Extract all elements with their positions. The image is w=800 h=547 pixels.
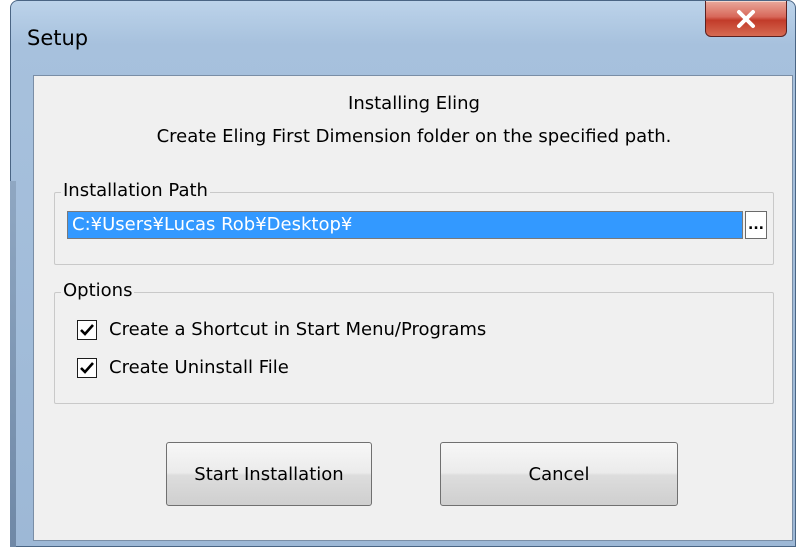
header-title: Installing Eling: [348, 93, 480, 114]
cancel-button[interactable]: Cancel: [440, 442, 678, 506]
installation-path-label: Installation Path: [61, 180, 210, 202]
window-title: Setup: [27, 26, 89, 50]
uninstall-file-label: Create Uninstall File: [109, 357, 289, 378]
header-description: Create Eling First Dimension folder on t…: [156, 126, 672, 147]
options-label: Options: [61, 280, 135, 302]
checkmark-icon: [80, 361, 94, 374]
close-button[interactable]: [705, 1, 787, 37]
options-group: Options Create a Shortcut in Start Menu/…: [54, 280, 774, 404]
installation-path-input[interactable]: C:¥Users¥Lucas Rob¥Desktop¥: [67, 211, 743, 239]
close-icon: [737, 9, 755, 28]
start-menu-shortcut-checkbox[interactable]: [77, 319, 97, 340]
uninstall-file-checkbox[interactable]: [77, 357, 97, 378]
start-menu-shortcut-label: Create a Shortcut in Start Menu/Programs: [109, 319, 487, 340]
option-start-menu-shortcut[interactable]: Create a Shortcut in Start Menu/Programs: [77, 319, 486, 340]
checkmark-icon: [80, 323, 94, 336]
installation-path-group: Installation Path C:¥Users¥Lucas Rob¥Des…: [54, 180, 774, 265]
start-installation-button[interactable]: Start Installation: [166, 442, 372, 506]
setup-window: Setup Installing Eling Create Eling Firs…: [10, 0, 796, 547]
option-uninstall-file[interactable]: Create Uninstall File: [77, 357, 289, 378]
browse-button[interactable]: ...: [745, 211, 767, 239]
dialog-content: Installing Eling Create Eling First Dime…: [33, 75, 793, 541]
title-bar[interactable]: Setup: [11, 1, 795, 75]
